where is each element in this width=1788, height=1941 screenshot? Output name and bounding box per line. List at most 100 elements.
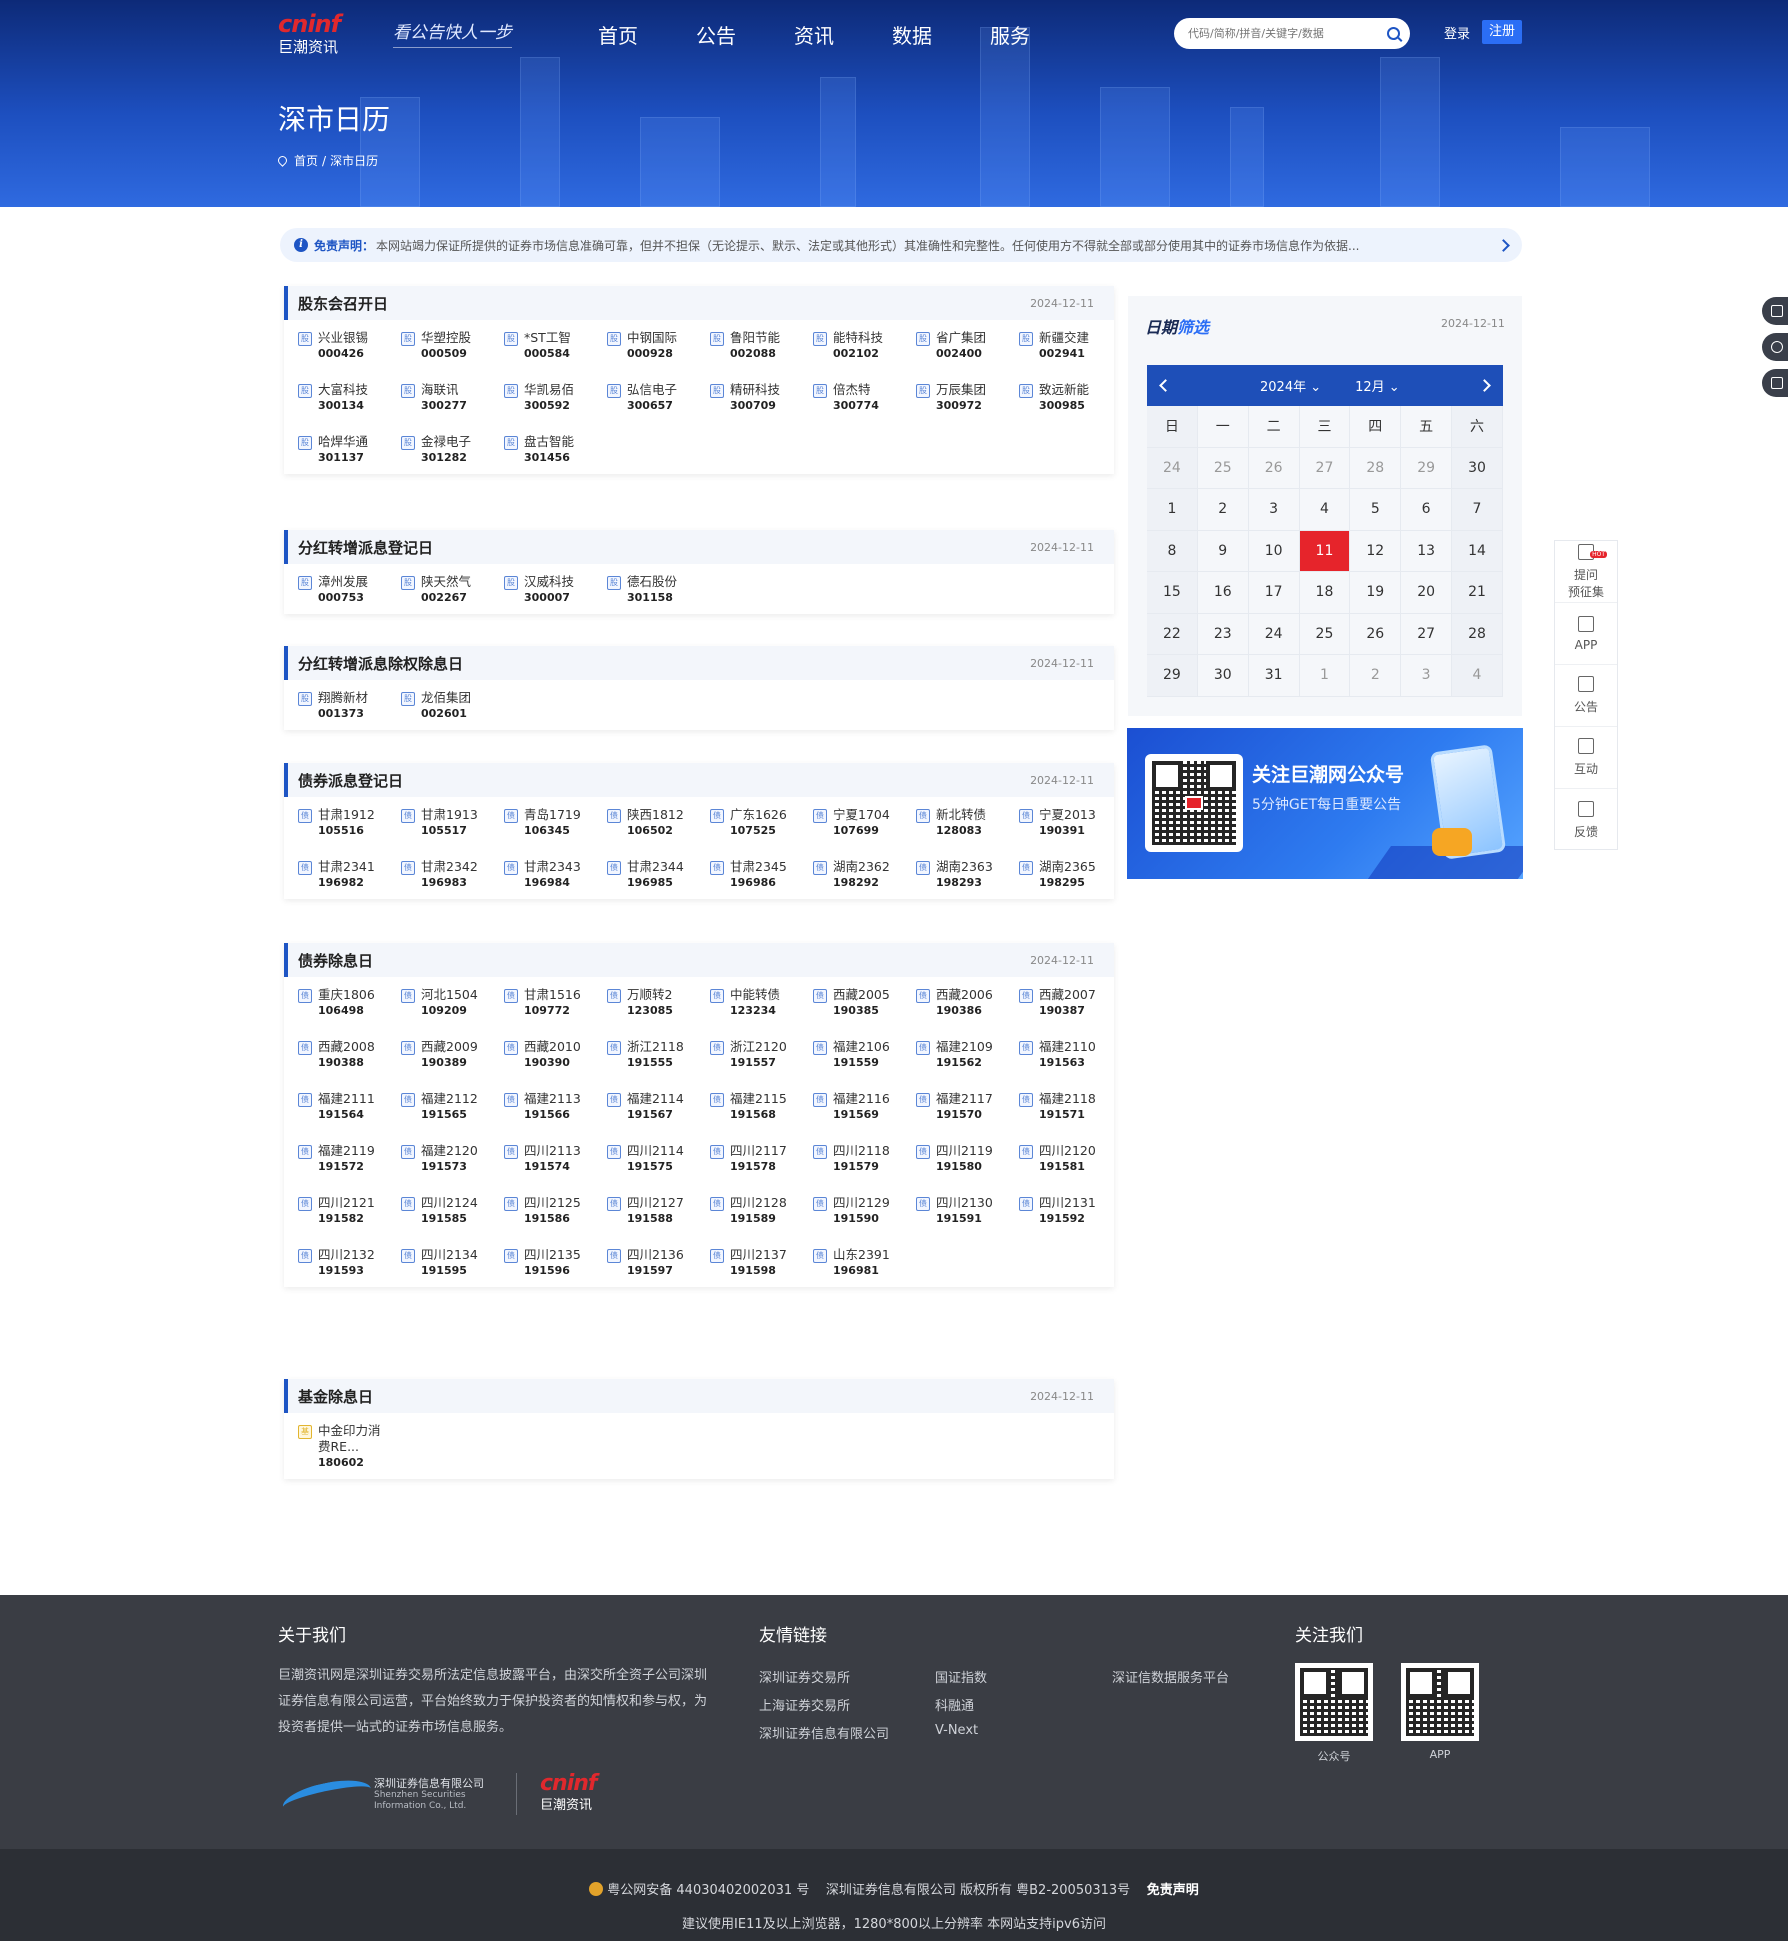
security-item[interactable]: 股哈焊华通 301137 — [298, 434, 401, 466]
security-item[interactable]: 股新疆交建 002941 — [1019, 330, 1122, 362]
security-item[interactable]: 债四川2129 191590 — [813, 1195, 916, 1227]
year-select[interactable]: 2024年 ⌄ — [1260, 376, 1321, 395]
security-item[interactable]: 债福建2117 191570 — [916, 1091, 1019, 1123]
security-item[interactable]: 债甘肃2343 196984 — [504, 859, 607, 891]
security-item[interactable]: 债中能转债 123234 — [710, 987, 813, 1019]
security-item[interactable]: 基中金印力消费RE... 180602 — [298, 1423, 401, 1471]
security-item[interactable]: 债四川2135 191596 — [504, 1247, 607, 1279]
security-item[interactable]: 债湖南2362 198292 — [813, 859, 916, 891]
security-item[interactable]: 债万顺转2 123085 — [607, 987, 710, 1019]
calendar-day[interactable]: 6 — [1401, 489, 1453, 531]
security-item[interactable]: 债福建2106 191559 — [813, 1039, 916, 1071]
security-item[interactable]: 债四川2128 191589 — [710, 1195, 813, 1227]
security-item[interactable]: 债四川2131 191592 — [1019, 1195, 1122, 1227]
security-item[interactable]: 债广东1626 107525 — [710, 807, 813, 839]
nav-announcements[interactable]: 公告 — [696, 20, 736, 49]
calendar-day[interactable]: 25 — [1197, 447, 1249, 489]
security-item[interactable]: 债四川2132 191593 — [298, 1247, 401, 1279]
security-item[interactable]: 股华塑控股 000509 — [401, 330, 504, 362]
search-input[interactable] — [1188, 27, 1378, 40]
security-item[interactable]: 债四川2118 191579 — [813, 1143, 916, 1175]
calendar-day[interactable]: 30 — [1452, 447, 1503, 489]
security-item[interactable]: 债四川2127 191588 — [607, 1195, 710, 1227]
security-item[interactable]: 债福建2116 191569 — [813, 1091, 916, 1123]
calendar-day[interactable]: 20 — [1401, 572, 1453, 614]
login-link[interactable]: 登录 — [1444, 23, 1470, 42]
calendar-day[interactable]: 13 — [1401, 530, 1453, 572]
sidetool-3[interactable]: 互动 — [1555, 727, 1617, 789]
cninfo-logo[interactable]: cninf 巨潮资讯 — [278, 10, 388, 60]
calendar-day[interactable]: 2 — [1197, 489, 1249, 531]
security-item[interactable]: 债福建2112 191565 — [401, 1091, 504, 1123]
security-item[interactable]: 债四川2130 191591 — [916, 1195, 1019, 1227]
calendar-day[interactable]: 17 — [1248, 572, 1300, 614]
sidetool-1[interactable]: APP — [1555, 603, 1617, 665]
security-item[interactable]: 债宁夏2013 190391 — [1019, 807, 1122, 839]
calendar-day[interactable]: 14 — [1452, 530, 1503, 572]
security-item[interactable]: 债福建2113 191566 — [504, 1091, 607, 1123]
security-item[interactable]: 股陕天然气 002267 — [401, 574, 504, 606]
security-item[interactable]: 债甘肃2345 196986 — [710, 859, 813, 891]
calendar-day[interactable]: 2 — [1350, 655, 1402, 697]
security-item[interactable]: 债湖南2365 198295 — [1019, 859, 1122, 891]
security-item[interactable]: 债四川2124 191585 — [401, 1195, 504, 1227]
link-szsi-data[interactable]: 深证信数据服务平台 — [1112, 1667, 1229, 1686]
security-item[interactable]: 债四川2119 191580 — [916, 1143, 1019, 1175]
footer-disclaimer-link[interactable]: 免责声明 — [1147, 1883, 1199, 1898]
chevron-left-icon[interactable] — [1159, 379, 1172, 392]
sidetool-0[interactable]: 提问 预征集 HOT — [1555, 541, 1617, 603]
link-szsi[interactable]: 深圳证券信息有限公司 — [759, 1723, 889, 1742]
calendar-day[interactable]: 25 — [1299, 613, 1351, 655]
security-item[interactable]: 股金禄电子 301282 — [401, 434, 504, 466]
security-item[interactable]: 债四川2136 191597 — [607, 1247, 710, 1279]
calendar-day-selected[interactable]: 11 — [1299, 530, 1351, 572]
security-item[interactable]: 债福建2119 191572 — [298, 1143, 401, 1175]
calendar-day[interactable]: 26 — [1350, 613, 1402, 655]
security-item[interactable]: 债福建2120 191573 — [401, 1143, 504, 1175]
calendar-day[interactable]: 3 — [1401, 655, 1453, 697]
security-item[interactable]: 债陕西1812 106502 — [607, 807, 710, 839]
security-item[interactable]: 股致远新能 300985 — [1019, 382, 1122, 414]
chevron-right-icon[interactable] — [1478, 379, 1491, 392]
calendar-day[interactable]: 27 — [1401, 613, 1453, 655]
security-item[interactable]: 股翔腾新材 001373 — [298, 690, 401, 722]
security-item[interactable]: 股中钢国际 000928 — [607, 330, 710, 362]
calendar-day[interactable]: 28 — [1350, 447, 1402, 489]
security-item[interactable]: 股 *ST工智 000584 — [504, 330, 607, 362]
calendar-day[interactable]: 19 — [1350, 572, 1402, 614]
calendar-day[interactable]: 29 — [1401, 447, 1453, 489]
calendar-day[interactable]: 9 — [1197, 530, 1249, 572]
security-item[interactable]: 债福建2109 191562 — [916, 1039, 1019, 1071]
security-item[interactable]: 债浙江2118 191555 — [607, 1039, 710, 1071]
security-item[interactable]: 股海联讯 300277 — [401, 382, 504, 414]
search-icon[interactable] — [1387, 27, 1400, 40]
security-item[interactable]: 债西藏2010 190390 — [504, 1039, 607, 1071]
security-item[interactable]: 股盘古智能 301456 — [504, 434, 607, 466]
security-item[interactable]: 股华凯易佰 300592 — [504, 382, 607, 414]
sidetool-4[interactable]: 反馈 — [1555, 789, 1617, 851]
calendar-day[interactable]: 24 — [1147, 447, 1198, 489]
security-item[interactable]: 债甘肃1913 105517 — [401, 807, 504, 839]
calendar-day[interactable]: 21 — [1452, 572, 1503, 614]
calendar-day[interactable]: 26 — [1248, 447, 1300, 489]
calendar-day[interactable]: 3 — [1248, 489, 1300, 531]
security-item[interactable]: 债四川2120 191581 — [1019, 1143, 1122, 1175]
security-item[interactable]: 债浙江2120 191557 — [710, 1039, 813, 1071]
security-item[interactable]: 债西藏2006 190386 — [916, 987, 1019, 1019]
security-item[interactable]: 债福建2110 191563 — [1019, 1039, 1122, 1071]
chevron-right-icon[interactable] — [1497, 238, 1510, 252]
security-item[interactable]: 股能特科技 002102 — [813, 330, 916, 362]
security-item[interactable]: 债西藏2008 190388 — [298, 1039, 401, 1071]
security-item[interactable]: 债四川2134 191595 — [401, 1247, 504, 1279]
security-item[interactable]: 债四川2125 191586 — [504, 1195, 607, 1227]
breadcrumb-home[interactable]: 首页 — [294, 152, 318, 169]
calendar-day[interactable]: 1 — [1299, 655, 1351, 697]
calendar-day[interactable]: 18 — [1299, 572, 1351, 614]
security-item[interactable]: 股精研科技 300709 — [710, 382, 813, 414]
link-vnext[interactable]: V-Next — [935, 1723, 978, 1738]
security-item[interactable]: 债西藏2005 190385 — [813, 987, 916, 1019]
security-item[interactable]: 债四川2121 191582 — [298, 1195, 401, 1227]
calendar-day[interactable]: 30 — [1197, 655, 1249, 697]
link-cnindex[interactable]: 国证指数 — [935, 1667, 987, 1686]
security-item[interactable]: 债新北转债 128083 — [916, 807, 1019, 839]
